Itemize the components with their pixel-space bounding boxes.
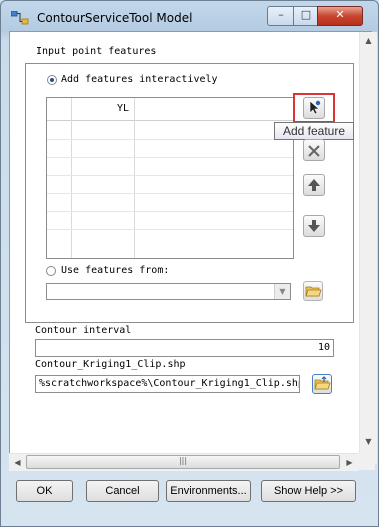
features-source-dropdown[interactable]: ▼ <box>46 283 291 300</box>
input-point-features-label: Input point features <box>36 46 157 57</box>
ok-button[interactable]: OK <box>16 480 73 502</box>
table-column-divider <box>71 98 72 258</box>
minimize-icon: – <box>278 8 284 21</box>
close-icon: ✕ <box>335 8 345 21</box>
contour-interval-label: Contour interval <box>35 325 132 336</box>
scroll-right-icon[interactable]: ▶ <box>341 454 358 471</box>
window-title: ContourServiceTool Model <box>37 11 193 25</box>
show-help-button[interactable]: Show Help >> <box>261 480 356 502</box>
close-button[interactable]: ✕ <box>317 6 363 26</box>
chevron-down-icon[interactable]: ▼ <box>274 284 290 299</box>
minimize-button[interactable]: – <box>267 6 295 26</box>
arrow-up-icon <box>308 179 320 191</box>
contour-interval-input[interactable]: 10 <box>35 339 334 357</box>
add-features-interactively-radio[interactable] <box>47 75 57 85</box>
scroll-up-icon[interactable]: ▲ <box>360 32 377 49</box>
table-header: YL <box>47 98 293 121</box>
table-row <box>47 211 293 212</box>
horizontal-scrollbar[interactable]: ◀ ||| ▶ <box>9 453 358 471</box>
cancel-button[interactable]: Cancel <box>86 480 159 502</box>
environments-button[interactable]: Environments... <box>166 480 251 502</box>
horizontal-scroll-thumb[interactable]: ||| <box>26 455 340 469</box>
vertical-scrollbar[interactable]: ▲ ▼ <box>359 32 377 464</box>
browse-output-button[interactable] <box>312 374 332 394</box>
scroll-down-icon[interactable]: ▼ <box>360 433 377 450</box>
table-column-divider <box>134 98 135 258</box>
use-features-from-label: Use features from: <box>61 265 170 276</box>
title-bar[interactable]: ContourServiceTool Model – □ ✕ <box>1 1 378 35</box>
grip-icon: ||| <box>178 456 188 465</box>
table-row <box>47 193 293 194</box>
delete-feature-button[interactable] <box>303 139 325 161</box>
highlight-box <box>293 93 335 123</box>
scroll-left-icon[interactable]: ◀ <box>9 454 26 471</box>
scrollbar-corner <box>358 453 375 470</box>
features-table[interactable]: YL <box>46 97 294 259</box>
move-up-button[interactable] <box>303 174 325 196</box>
add-features-interactively-label: Add features interactively <box>61 74 218 85</box>
add-feature-tooltip: Add feature <box>274 122 354 140</box>
move-down-button[interactable] <box>303 215 325 237</box>
model-tool-icon <box>11 11 29 25</box>
folder-icon <box>314 376 331 390</box>
table-header-yl: YL <box>117 103 130 114</box>
output-feature-label: Contour_Kriging1_Clip.shp <box>35 359 186 370</box>
maximize-button[interactable]: □ <box>293 6 319 26</box>
output-feature-path-input[interactable]: %scratchworkspace%\Contour_Kriging1_Clip… <box>35 375 300 393</box>
folder-icon <box>305 286 322 297</box>
delete-icon <box>308 145 320 157</box>
table-row <box>47 175 293 176</box>
table-row <box>47 139 293 140</box>
table-row <box>47 157 293 158</box>
table-row <box>47 229 293 230</box>
maximize-icon: □ <box>300 8 312 21</box>
tool-dialog-window: ContourServiceTool Model – □ ✕ Input poi… <box>0 0 379 527</box>
arrow-down-icon <box>308 220 320 232</box>
browse-features-button[interactable] <box>303 281 323 301</box>
use-features-from-radio[interactable] <box>46 266 56 276</box>
